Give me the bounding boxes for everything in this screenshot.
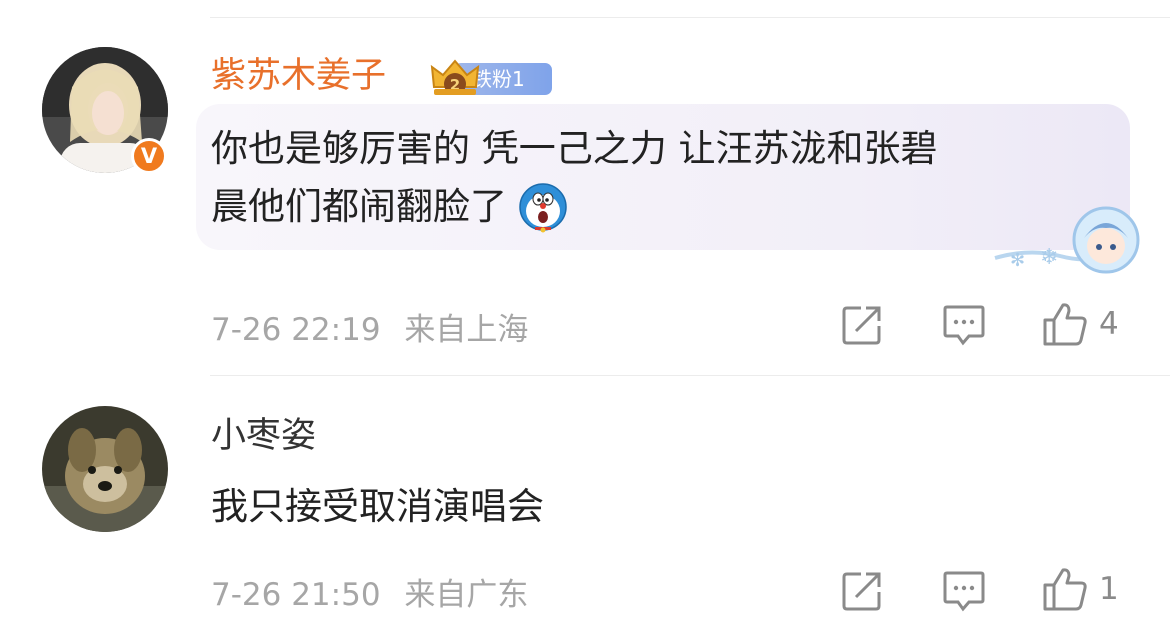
share-button[interactable] [841,570,883,612]
comment-date: 7-26 21:50 [211,577,381,613]
comment-location: 来自广东 [404,577,529,613]
like-icon [1043,568,1087,611]
share-icon [842,306,881,345]
like-button[interactable]: 1 [1041,566,1119,612]
like-icon [1043,303,1087,346]
comment-location: 来自上海 [404,312,529,348]
reply-button[interactable] [942,304,986,346]
share-icon [842,572,881,611]
username[interactable]: 紫苏木姜子 [211,54,386,98]
bubble-decoration-icon: ✻ ❄ [994,206,1140,274]
avatar[interactable] [42,406,168,532]
crown-icon: 2 [430,59,480,95]
fan-level-badge[interactable]: 铁粉1 2 [428,57,558,101]
svg-text:❄: ❄ [1040,245,1058,270]
username[interactable]: 小枣姿 [211,414,316,458]
verified-badge-icon: V [131,138,167,174]
svg-text:✻: ✻ [1010,250,1025,271]
share-button[interactable] [841,304,883,346]
reply-button[interactable] [942,570,986,612]
like-button[interactable]: 4 [1041,301,1119,347]
comment-divider [210,375,1170,376]
comment-text-line: 你也是够厉害的 凭一己之力 让汪苏泷和张碧 [211,127,938,170]
top-divider [210,17,1170,18]
comment-meta: 7-26 21:50 来自广东 [211,569,528,614]
doraemon-emoji-icon [519,183,567,233]
comment-icon [943,305,985,346]
comment-text-line2: 晨他们都闹翻脸了 [211,185,507,228]
comment-date: 7-26 22:19 [211,312,381,348]
comment-text: 我只接受取消演唱会 [211,485,544,528]
like-count: 1 [1099,571,1119,607]
comment-text-line: 晨他们都闹翻脸了 [211,178,938,236]
comment-meta: 7-26 22:19 来自上海 [211,304,528,349]
comment-icon [943,571,985,612]
like-count: 4 [1099,306,1119,342]
comment-text: 你也是够厉害的 凭一己之力 让汪苏泷和张碧 晨他们都闹翻脸了 [211,120,938,236]
